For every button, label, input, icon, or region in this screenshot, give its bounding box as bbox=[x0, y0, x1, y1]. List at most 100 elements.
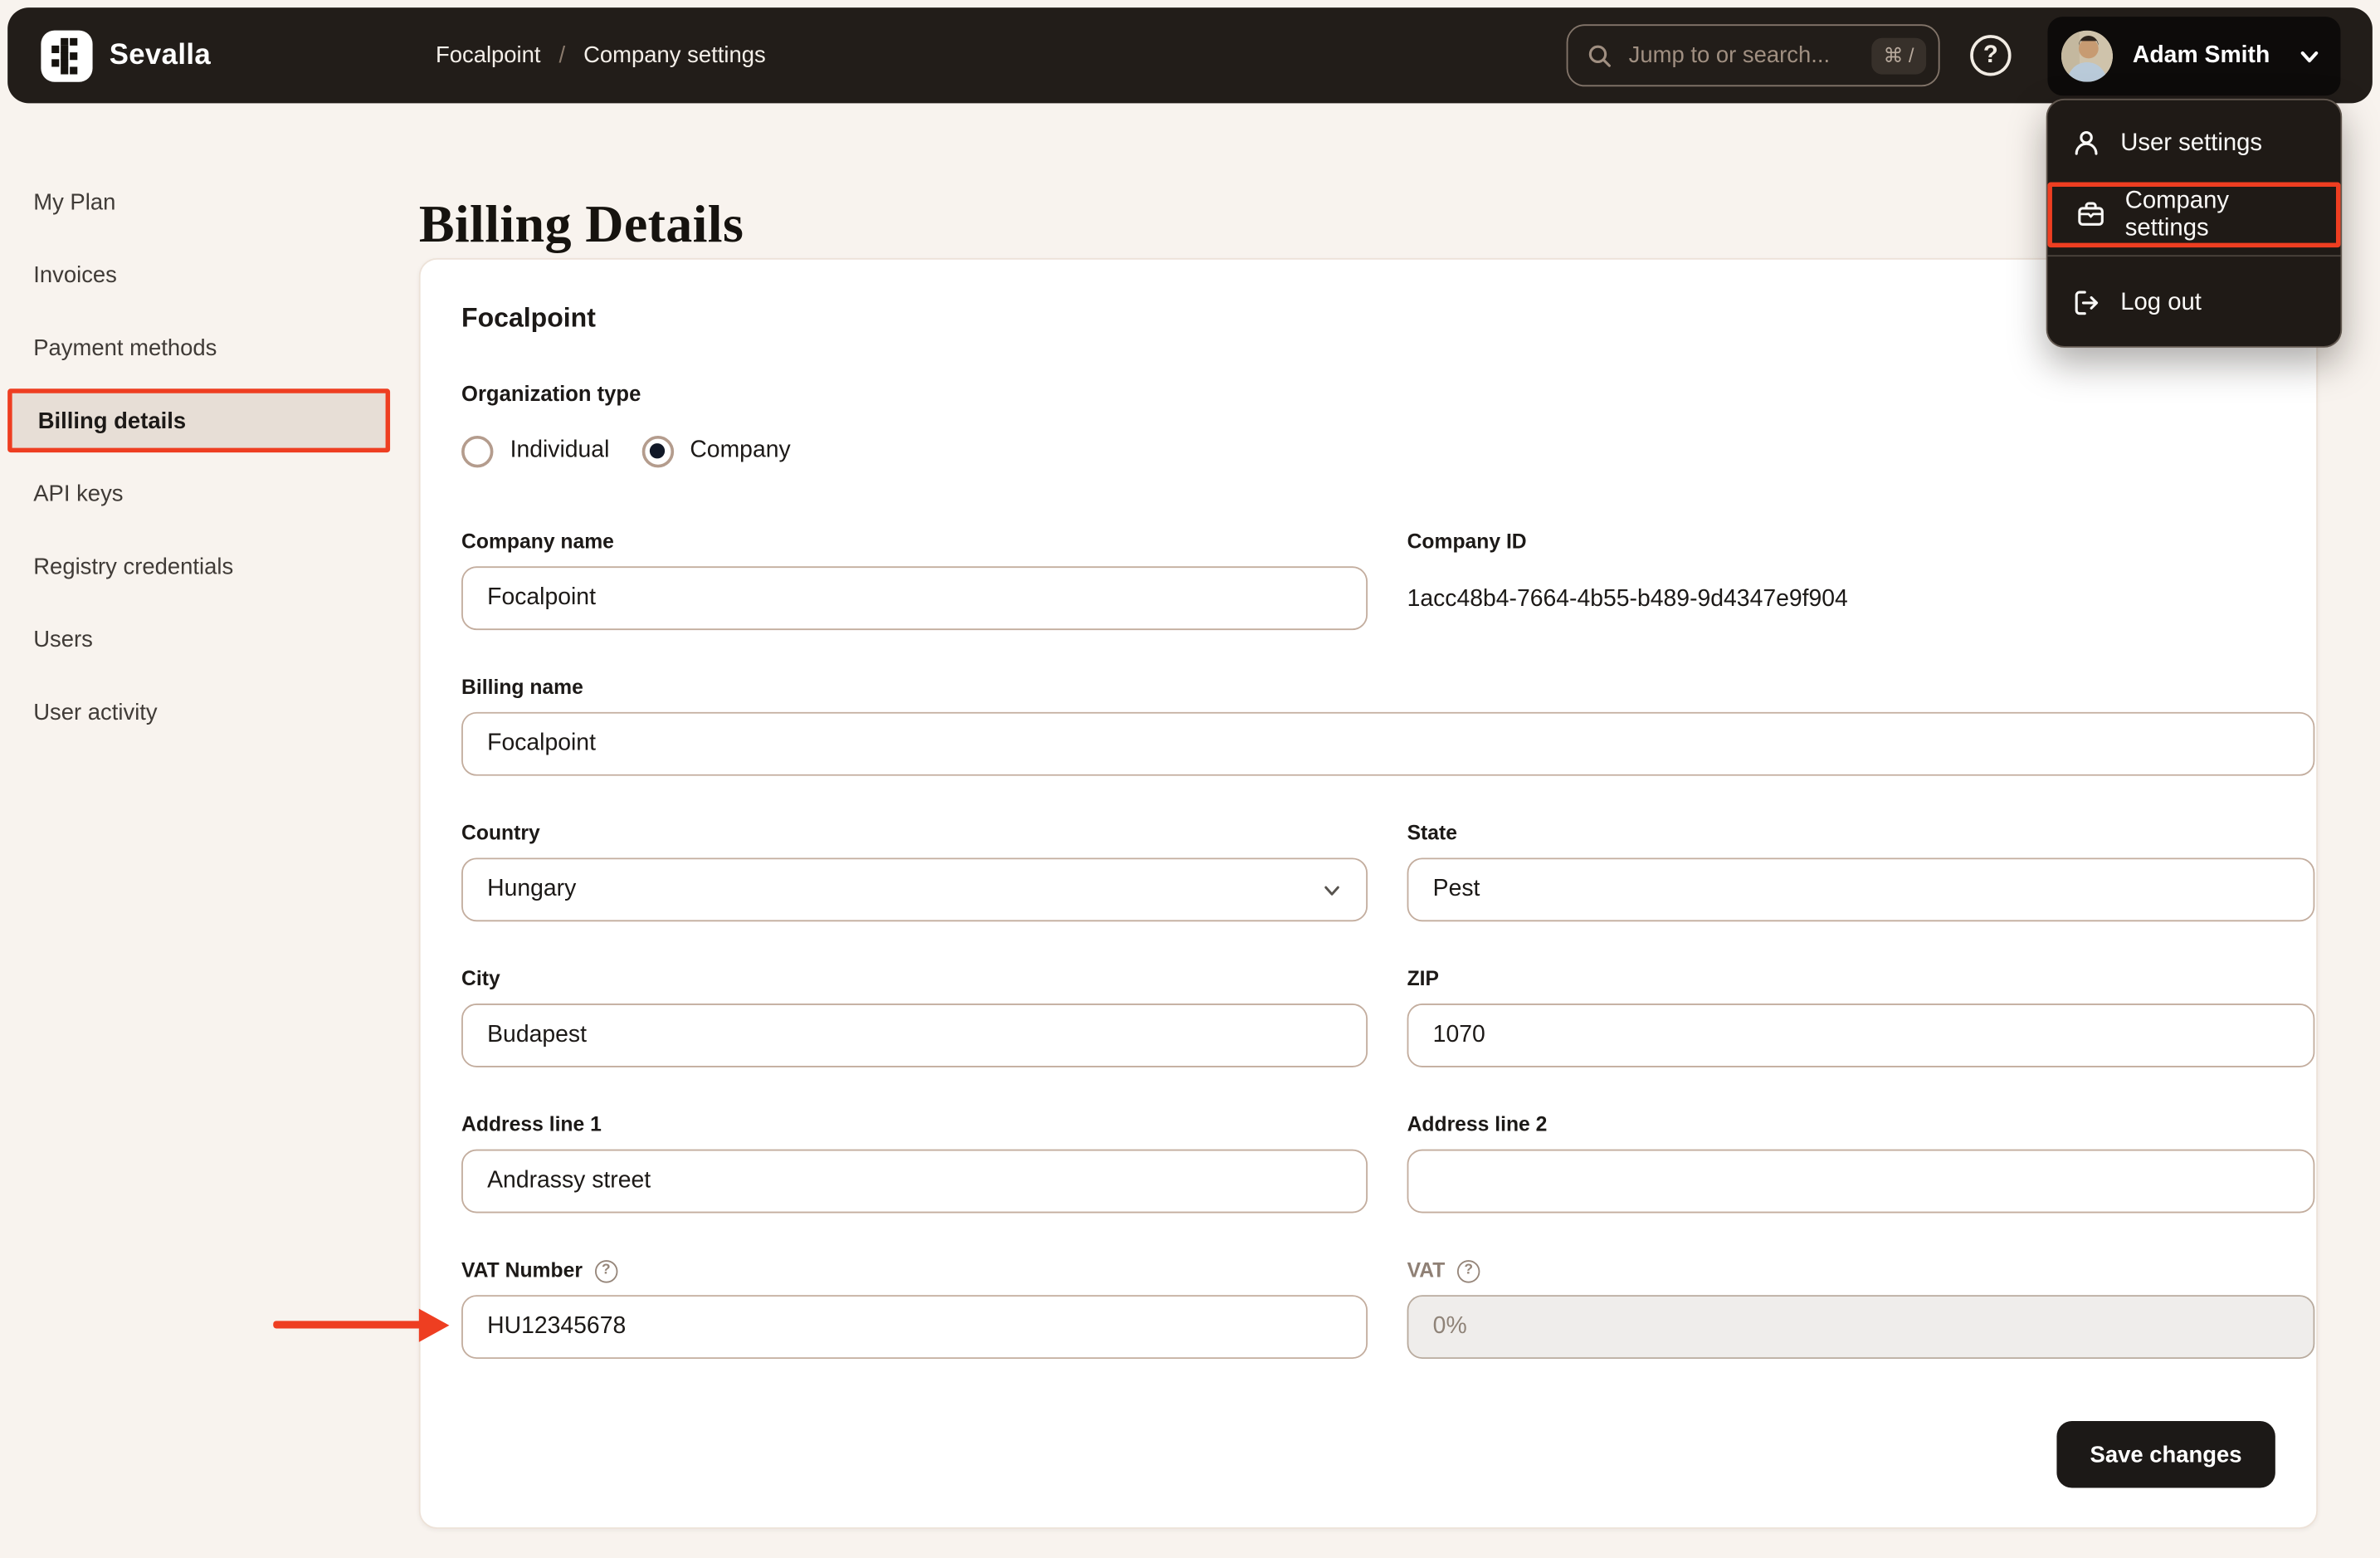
chevron-down-icon bbox=[2298, 45, 2320, 67]
radio-label: Company bbox=[690, 437, 791, 463]
country-label: Country bbox=[461, 821, 540, 844]
search-shortcut-badge: ⌘ / bbox=[1870, 37, 1927, 74]
radio-option-individual[interactable]: Individual bbox=[461, 435, 610, 467]
radio-individual bbox=[461, 435, 494, 467]
city-input[interactable] bbox=[461, 1004, 1368, 1067]
field-address-line-1: Address line 1 bbox=[461, 1113, 1368, 1214]
menu-item-log-out[interactable]: Log out bbox=[2047, 271, 2340, 336]
organization-type-label: Organization type bbox=[461, 381, 641, 406]
state-label: State bbox=[1407, 821, 1457, 844]
top-bar: Sevalla Focalpoint / Company settings ⌘ … bbox=[7, 7, 2373, 104]
pixel-s-glyph bbox=[51, 37, 78, 74]
breadcrumb-separator: / bbox=[558, 42, 566, 69]
radio-label: Individual bbox=[510, 437, 610, 463]
sidebar-item-label: Billing details bbox=[37, 408, 187, 434]
settings-sidebar: My Plan Invoices Payment methods Billing… bbox=[7, 170, 391, 753]
sidebar-item-label: Users bbox=[33, 626, 93, 652]
billing-details-card: Focalpoint Organization type Individual … bbox=[418, 257, 2319, 1529]
user-menu-button[interactable]: Adam Smith bbox=[2047, 17, 2341, 96]
menu-item-label: Company settings bbox=[2124, 187, 2230, 241]
vat-number-label-text: VAT Number bbox=[461, 1258, 583, 1282]
address-line-2-label: Address line 2 bbox=[1407, 1112, 1548, 1136]
help-icon: ? bbox=[1983, 42, 1998, 68]
vat-label-text: VAT bbox=[1407, 1258, 1446, 1282]
menu-divider bbox=[2047, 255, 2341, 257]
user-name: Adam Smith bbox=[2132, 42, 2270, 69]
billing-form: Company name Company ID 1acc48b4-7664-4b… bbox=[461, 530, 2315, 1360]
briefcase-icon bbox=[2076, 200, 2105, 229]
state-input[interactable] bbox=[1407, 857, 2315, 922]
breadcrumb-project[interactable]: Focalpoint bbox=[436, 42, 541, 68]
sidebar-item-user-activity[interactable]: User activity bbox=[7, 680, 390, 744]
sidebar-item-label: My Plan bbox=[33, 188, 116, 215]
vat-number-help-icon[interactable]: ? bbox=[594, 1259, 618, 1282]
annotation-arrow-head bbox=[418, 1308, 450, 1342]
breadcrumb: Focalpoint / Company settings bbox=[436, 7, 766, 103]
card-title: Focalpoint bbox=[461, 301, 596, 333]
app-root: Sevalla Focalpoint / Company settings ⌘ … bbox=[0, 0, 2380, 1558]
sevalla-logo-icon bbox=[41, 29, 93, 81]
menu-item-company-settings[interactable]: Company settings bbox=[2047, 182, 2341, 248]
company-id-label: Company ID bbox=[1407, 530, 1527, 553]
logout-icon bbox=[2072, 289, 2101, 318]
sidebar-item-my-plan[interactable]: My Plan bbox=[7, 170, 390, 234]
sidebar-item-label: Registry credentials bbox=[33, 553, 234, 579]
vat-label: VAT ? bbox=[1407, 1258, 2315, 1282]
sidebar-item-payment-methods[interactable]: Payment methods bbox=[7, 315, 390, 379]
vat-help-icon[interactable]: ? bbox=[1456, 1259, 1480, 1282]
menu-item-label: User settings bbox=[2120, 129, 2263, 156]
field-company-id: Company ID 1acc48b4-7664-4b55-b489-9d434… bbox=[1407, 530, 2315, 630]
sidebar-item-registry-credentials[interactable]: Registry credentials bbox=[7, 535, 390, 598]
field-company-name: Company name bbox=[461, 530, 1368, 631]
breadcrumb-page[interactable]: Company settings bbox=[583, 42, 766, 68]
sidebar-item-api-keys[interactable]: API keys bbox=[7, 462, 390, 525]
zip-label: ZIP bbox=[1407, 967, 1440, 990]
annotation-arrow bbox=[273, 1321, 422, 1329]
field-city: City bbox=[461, 967, 1368, 1067]
vat-number-input[interactable] bbox=[461, 1295, 1368, 1360]
sidebar-item-label: Invoices bbox=[33, 261, 117, 288]
brand-home-button[interactable]: Sevalla bbox=[41, 7, 211, 103]
sidebar-item-label: API keys bbox=[33, 480, 124, 507]
sidebar-item-billing-details[interactable]: Billing details bbox=[7, 388, 391, 453]
field-state: State bbox=[1407, 822, 2315, 922]
vat-input-disabled bbox=[1407, 1295, 2315, 1360]
zip-input[interactable] bbox=[1407, 1004, 2315, 1067]
radio-option-company[interactable]: Company bbox=[641, 435, 791, 467]
select-chevron-icon bbox=[1322, 880, 1342, 900]
search-icon bbox=[1587, 43, 1612, 67]
field-vat-number: VAT Number ? bbox=[461, 1258, 1368, 1360]
user-icon bbox=[2072, 129, 2101, 158]
page-title: Billing Details bbox=[418, 194, 744, 255]
field-address-line-2: Address line 2 bbox=[1407, 1113, 2315, 1214]
sidebar-item-users[interactable]: Users bbox=[7, 608, 390, 672]
address-line-2-input[interactable] bbox=[1407, 1149, 2315, 1214]
save-changes-button[interactable]: Save changes bbox=[2056, 1421, 2275, 1488]
company-id-value: 1acc48b4-7664-4b55-b489-9d4347e9f904 bbox=[1407, 586, 1848, 613]
billing-name-label: Billing name bbox=[461, 675, 583, 699]
sidebar-item-label: User activity bbox=[33, 699, 158, 725]
search-input[interactable] bbox=[1625, 41, 1871, 71]
search-box[interactable]: ⌘ / bbox=[1566, 24, 1940, 87]
user-dropdown-menu: User settings Company settings Log out bbox=[2046, 98, 2343, 348]
menu-item-user-settings[interactable]: User settings bbox=[2047, 111, 2340, 177]
organization-type-radio-group: Individual Company bbox=[461, 432, 2275, 469]
radio-company-selected bbox=[641, 435, 674, 467]
country-selected-value: Hungary bbox=[487, 876, 577, 902]
country-select[interactable]: Hungary bbox=[461, 857, 1368, 922]
field-billing-name: Billing name bbox=[461, 675, 2315, 776]
sidebar-item-invoices[interactable]: Invoices bbox=[7, 243, 390, 307]
address-line-1-input[interactable] bbox=[461, 1149, 1368, 1214]
field-vat: VAT ? bbox=[1407, 1258, 2315, 1360]
company-name-label: Company name bbox=[461, 530, 614, 553]
menu-item-label: Log out bbox=[2120, 289, 2202, 315]
company-name-input[interactable] bbox=[461, 566, 1368, 631]
address-line-1-label: Address line 1 bbox=[461, 1112, 602, 1136]
help-button[interactable]: ? bbox=[1970, 35, 2012, 76]
brand-name: Sevalla bbox=[109, 38, 212, 71]
avatar bbox=[2061, 30, 2114, 82]
sidebar-item-label: Payment methods bbox=[33, 335, 217, 361]
city-label: City bbox=[461, 967, 500, 990]
billing-name-input[interactable] bbox=[461, 711, 2315, 776]
vat-number-label: VAT Number ? bbox=[461, 1258, 1368, 1282]
